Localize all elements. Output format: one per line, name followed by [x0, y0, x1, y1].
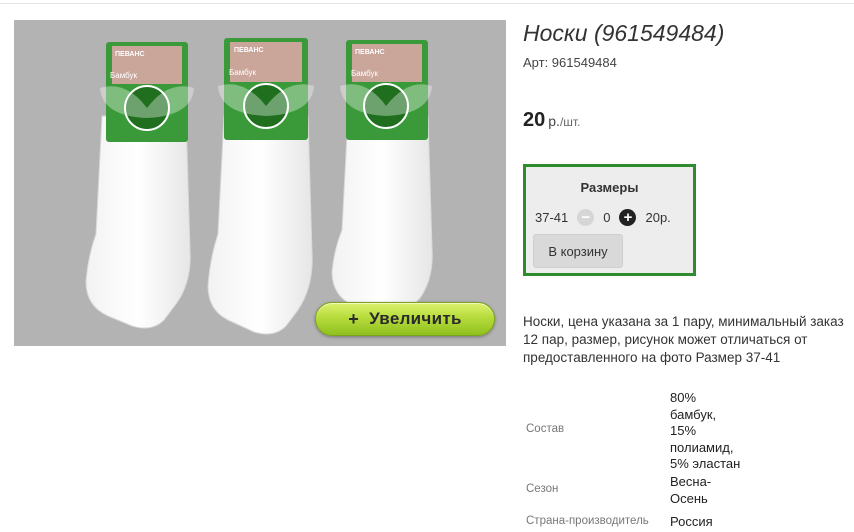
product-price: 20 р./шт. [523, 109, 580, 132]
sock-3: ПЕВАНС Бамбук [331, 40, 433, 318]
plus-circle-icon[interactable]: + [619, 208, 637, 226]
spec-value-line: Россия [670, 514, 713, 529]
price-value: 20 [523, 109, 546, 131]
add-to-cart-button[interactable]: В корзину [533, 234, 623, 268]
size-label: 37-41 [535, 209, 569, 225]
svg-text:Бамбук: Бамбук [110, 71, 138, 80]
spec-value-line: 80% [670, 390, 697, 405]
spec-value-country: Россия [670, 514, 713, 531]
zoom-button-label: Увеличить [369, 309, 462, 328]
spec-label-composition: Состав [526, 423, 565, 435]
quantity-value: 0 [603, 209, 611, 225]
sizes-panel: Размеры 37-41 − 0 + 20р. В корзину [523, 164, 696, 276]
socks-illustration: ПЕВАНС Бамбук ПЕВАНС Бамбук ПЕВАНС Бамбу… [85, 38, 433, 335]
size-row: 37-41 − 0 + 20р. [535, 207, 671, 227]
svg-text:ПЕВАНС: ПЕВАНС [355, 49, 385, 56]
product-page: ПЕВАНС Бамбук ПЕВАНС Бамбук ПЕВАНС Бамбу… [0, 0, 854, 532]
sizes-title: Размеры [580, 180, 639, 195]
svg-text:ПЕВАНС: ПЕВАНС [115, 51, 145, 58]
sock-1: ПЕВАНС Бамбук [85, 42, 194, 329]
product-description: Носки, цена указана за 1 пару, минимальн… [523, 314, 844, 365]
minus-circle-icon[interactable]: − [577, 208, 595, 226]
spec-label-country: Страна-производитель [526, 515, 649, 527]
spec-value-line: 15% [670, 423, 697, 438]
size-price: 20р. [645, 209, 671, 225]
spec-value-line: Весна- [670, 474, 712, 489]
price-unit: /шт. [559, 115, 581, 129]
zoom-button[interactable]: + Увеличить [315, 302, 495, 336]
spec-value-line: бамбук, [670, 406, 717, 422]
spec-label-season: Сезон [526, 483, 559, 495]
spec-value-line: полиамид, [670, 439, 734, 455]
price-currency: р. [548, 113, 560, 129]
spec-value-season: Весна- Осень [670, 474, 711, 507]
svg-text:Бамбук: Бамбук [229, 68, 257, 77]
svg-text:ПЕВАНС: ПЕВАНС [234, 47, 264, 54]
sock-2: ПЕВАНС Бамбук [207, 38, 314, 335]
svg-text:Бамбук: Бамбук [351, 69, 379, 78]
top-divider [0, 3, 854, 4]
spec-value-composition: 80% бамбук, 15% полиамид, 5% эластан [670, 390, 740, 473]
product-title: Носки (961549484) [523, 20, 725, 46]
spec-value-line: Осень [670, 490, 708, 506]
product-photo[interactable]: ПЕВАНС Бамбук ПЕВАНС Бамбук ПЕВАНС Бамбу… [14, 20, 506, 346]
spec-value-line: 5% эластан [670, 456, 741, 471]
product-sku: Арт: 961549484 [523, 55, 617, 70]
plus-icon: + [348, 308, 360, 329]
